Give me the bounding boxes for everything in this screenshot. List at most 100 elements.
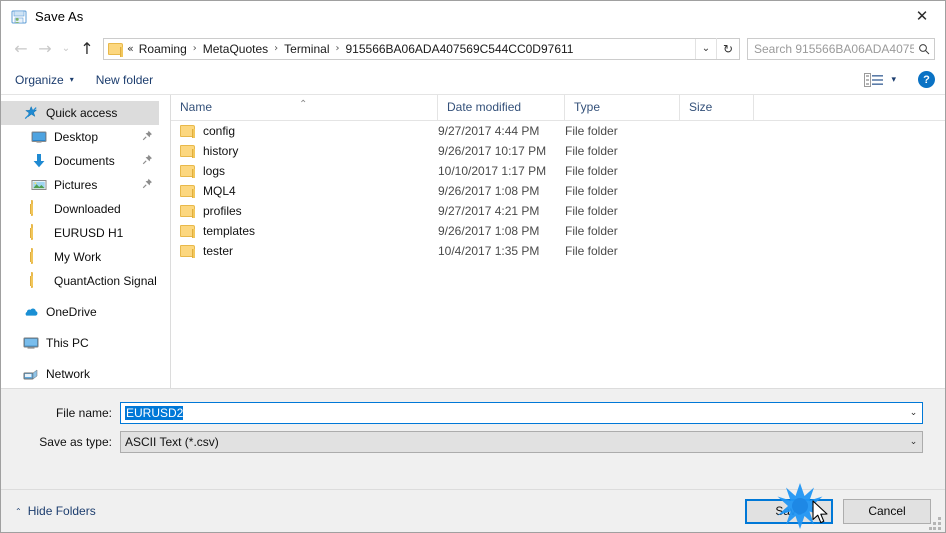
resize-grip[interactable]: [929, 517, 942, 530]
sidebar-item-label: This PC: [46, 336, 89, 350]
address-bar[interactable]: « Roaming › MetaQuotes › Terminal › 9155…: [103, 37, 740, 60]
refresh-icon[interactable]: ↻: [716, 38, 739, 59]
table-row[interactable]: profiles 9/27/2017 4:21 PM File folder: [171, 201, 945, 221]
folder-icon: [180, 225, 195, 238]
table-row[interactable]: config 9/27/2017 4:44 PM File folder: [171, 121, 945, 141]
column-header-date-modified[interactable]: Date modified: [438, 95, 565, 120]
sidebar-item-quick-access[interactable]: Quick access: [1, 101, 159, 125]
folder-icon: [31, 248, 47, 265]
view-dropdown-icon[interactable]: ▾: [891, 75, 896, 85]
column-header-filler: [754, 95, 945, 120]
view-layout-icon[interactable]: [864, 72, 884, 87]
close-icon[interactable]: ✕: [899, 1, 945, 31]
desktop-icon: [31, 129, 47, 145]
sidebar-item-eurusd-h1[interactable]: EURUSD H1: [1, 221, 170, 245]
save-as-type-value: ASCII Text (*.csv): [125, 435, 219, 449]
file-date-cell: 10/10/2017 1:17 PM: [438, 164, 547, 178]
file-name-cell: profiles: [171, 204, 438, 218]
pin-icon[interactable]: [142, 154, 154, 166]
folder-icon: [31, 224, 47, 241]
sidebar-item-downloaded[interactable]: Downloaded: [1, 197, 170, 221]
folder-icon: [180, 165, 195, 178]
hide-folders-label: Hide Folders: [27, 504, 96, 518]
hide-folders-button[interactable]: ⌃ Hide Folders: [15, 504, 96, 518]
this-pc-icon: [23, 335, 39, 351]
organize-button[interactable]: Organize ▾: [15, 73, 74, 87]
file-name-label: MQL4: [203, 184, 236, 198]
new-folder-button[interactable]: New folder: [96, 73, 153, 87]
column-header-name[interactable]: Name ⌃: [171, 95, 438, 120]
sidebar-item-quantaction-signal[interactable]: QuantAction Signal: [1, 269, 170, 293]
file-name-cell: logs: [171, 164, 438, 178]
pin-icon[interactable]: [142, 130, 154, 142]
file-name-label: config: [203, 124, 236, 138]
chevron-up-icon: ⌃: [15, 506, 22, 516]
sidebar-item-documents[interactable]: Documents: [1, 149, 170, 173]
table-row[interactable]: MQL4 9/26/2017 1:08 PM File folder: [171, 181, 945, 201]
file-name-row: File name: EURUSD2 ⌄: [1, 402, 945, 424]
save-as-type-row: Save as type: ASCII Text (*.csv) ⌄: [1, 431, 945, 453]
file-date-cell: 9/27/2017 4:44 PM: [438, 124, 540, 138]
folder-icon: [180, 185, 195, 198]
folder-icon: [180, 145, 195, 158]
sidebar-item-this-pc[interactable]: This PC: [1, 331, 170, 355]
forward-button[interactable]: →: [33, 37, 57, 61]
network-icon: [23, 366, 39, 382]
sidebar-item-label: Pictures: [54, 178, 98, 192]
back-button[interactable]: ←: [9, 37, 33, 61]
column-header-type[interactable]: Type: [565, 95, 680, 120]
help-icon[interactable]: ?: [918, 71, 935, 88]
search-input[interactable]: Search 915566BA06ADA40756...: [748, 42, 914, 56]
sidebar-item-label: Quick access: [46, 106, 118, 120]
file-name-input[interactable]: EURUSD2 ⌄: [120, 402, 923, 424]
file-date-cell: 9/26/2017 1:08 PM: [438, 224, 540, 238]
table-row[interactable]: history 9/26/2017 10:17 PM File folder: [171, 141, 945, 161]
column-headers: Name ⌃ Date modified Type Size: [171, 95, 945, 121]
organize-label: Organize: [15, 72, 64, 87]
save-button[interactable]: Save: [745, 498, 833, 524]
save-as-type-select[interactable]: ASCII Text (*.csv) ⌄: [120, 431, 923, 453]
breadcrumb-item-3[interactable]: 915566BA06ADA407569C544CC0D97611: [345, 42, 575, 56]
search-icon: [914, 43, 934, 55]
breadcrumb-overflow-icon[interactable]: «: [127, 42, 138, 55]
file-name-label: history: [203, 144, 239, 158]
folder-icon: [108, 42, 123, 57]
up-button[interactable]: ↑: [75, 37, 99, 61]
file-name-label: tester: [203, 244, 234, 258]
folder-icon: [180, 245, 195, 258]
file-name-value[interactable]: EURUSD2: [121, 406, 905, 420]
sidebar-item-label: QuantAction Signal: [54, 274, 157, 288]
sidebar-item-pictures[interactable]: Pictures: [1, 173, 170, 197]
file-type-cell: File folder: [565, 244, 618, 258]
chevron-down-icon[interactable]: ⌄: [905, 437, 922, 447]
breadcrumb-separator: ›: [274, 43, 279, 54]
chevron-down-icon[interactable]: ⌄: [695, 38, 716, 59]
chevron-down-icon[interactable]: ⌄: [905, 408, 922, 418]
breadcrumb-item-2[interactable]: Terminal: [283, 42, 330, 56]
file-type-cell: File folder: [565, 124, 618, 138]
recent-locations-button[interactable]: ⌄: [57, 37, 75, 61]
file-rows: config 9/27/2017 4:44 PM File folder his…: [171, 121, 945, 388]
sidebar-item-label: OneDrive: [46, 305, 97, 319]
window-title: Save As: [35, 9, 84, 24]
title-bar: Save As ✕: [1, 1, 945, 32]
table-row[interactable]: templates 9/26/2017 1:08 PM File folder: [171, 221, 945, 241]
table-row[interactable]: tester 10/4/2017 1:35 PM File folder: [171, 241, 945, 261]
command-toolbar: Organize ▾ New folder ▾ ?: [1, 65, 945, 95]
table-row[interactable]: logs 10/10/2017 1:17 PM File folder: [171, 161, 945, 181]
cancel-button[interactable]: Cancel: [843, 498, 931, 524]
column-header-size[interactable]: Size: [680, 95, 754, 120]
file-name-label: File name:: [55, 406, 112, 420]
sidebar-item-label: Documents: [54, 154, 115, 168]
sidebar-item-desktop[interactable]: Desktop: [1, 125, 170, 149]
search-box[interactable]: Search 915566BA06ADA40756...: [747, 37, 935, 60]
sidebar-item-onedrive[interactable]: OneDrive: [1, 300, 170, 324]
sidebar-item-label: EURUSD H1: [54, 226, 124, 240]
sidebar-item-network[interactable]: Network: [1, 362, 170, 386]
sidebar-item-label: Downloaded: [54, 202, 121, 216]
sidebar-item-my-work[interactable]: My Work: [1, 245, 170, 269]
dialog-footer: ⌃ Hide Folders Save Cancel: [1, 489, 945, 532]
pin-icon[interactable]: [142, 178, 154, 190]
breadcrumb-item-0[interactable]: Roaming: [138, 42, 188, 56]
breadcrumb-item-1[interactable]: MetaQuotes: [202, 42, 269, 56]
